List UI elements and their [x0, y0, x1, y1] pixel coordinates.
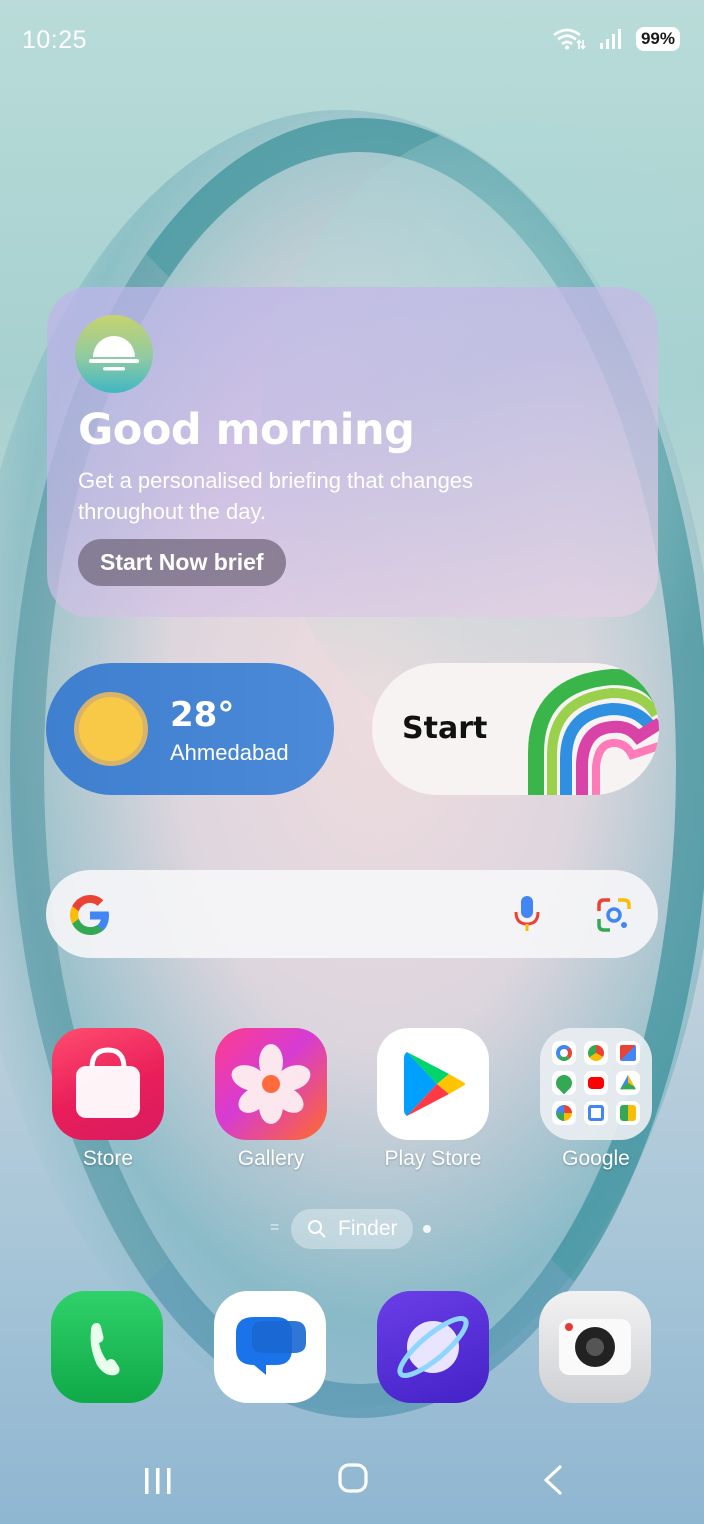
- navigation-bar: [0, 1440, 704, 1524]
- app-label: Google: [562, 1147, 630, 1170]
- youtube-icon: [584, 1071, 608, 1095]
- back-button[interactable]: [540, 1464, 566, 1496]
- google-folder-icon: [540, 1028, 652, 1140]
- phone-icon[interactable]: [51, 1291, 163, 1403]
- app-store[interactable]: Store: [33, 1028, 183, 1171]
- sunrise-icon: [75, 315, 153, 393]
- app-gallery[interactable]: Gallery: [196, 1028, 346, 1171]
- app-label: Store: [82, 1147, 134, 1170]
- home-button[interactable]: [337, 1462, 369, 1494]
- battery-icon: 99%: [635, 27, 680, 51]
- chrome-icon: [584, 1041, 608, 1065]
- google-lens-icon[interactable]: [596, 897, 632, 933]
- sun-icon: [74, 692, 148, 766]
- recents-button[interactable]: [143, 1466, 173, 1496]
- drive-icon: [616, 1071, 640, 1095]
- start-widget[interactable]: Start: [372, 663, 659, 795]
- brief-title: Good morning: [78, 405, 415, 455]
- app-label: Gallery: [237, 1147, 305, 1170]
- camera-icon[interactable]: [539, 1291, 651, 1403]
- wifi-icon: [553, 28, 586, 50]
- page-indicator-left: =: [270, 1219, 280, 1236]
- status-bar: 10:25 99%: [0, 0, 704, 80]
- start-rainbow-logo: [528, 668, 659, 795]
- brief-description: Get a personalised briefing that changes…: [78, 468, 474, 524]
- now-brief-widget[interactable]: Good morning Get a personalised briefing…: [47, 287, 658, 617]
- status-time: 10:25: [22, 26, 88, 54]
- search-icon: [308, 1220, 326, 1238]
- google-g-icon: [552, 1041, 576, 1065]
- maps-icon: [552, 1071, 576, 1095]
- app-play-store[interactable]: Play Store: [358, 1028, 508, 1171]
- start-label: Start: [402, 711, 488, 746]
- app-label: Play Store: [384, 1147, 482, 1170]
- play-store-icon: [377, 1028, 489, 1140]
- tv-icon: [584, 1101, 608, 1125]
- weather-city: Ahmedabad: [170, 740, 289, 765]
- messages-icon[interactable]: [214, 1291, 326, 1403]
- weather-temperature: 28°: [170, 695, 235, 735]
- app-folder-google[interactable]: Google: [521, 1028, 671, 1171]
- finder-button[interactable]: Finder: [291, 1209, 413, 1249]
- signal-icon: [599, 29, 621, 49]
- mic-icon[interactable]: [512, 894, 542, 934]
- google-g-icon: [70, 895, 109, 935]
- finder-label: Finder: [338, 1217, 398, 1240]
- start-now-brief-button[interactable]: Start Now brief: [78, 539, 286, 586]
- google-search-bar[interactable]: [46, 870, 658, 958]
- weather-widget[interactable]: 28° Ahmedabad: [46, 663, 334, 795]
- internet-planet-icon[interactable]: [377, 1291, 489, 1403]
- meet-icon: [616, 1101, 640, 1125]
- gallery-flower-icon: [215, 1028, 327, 1140]
- store-bag-icon: [52, 1028, 164, 1140]
- page-indicator-dot[interactable]: [423, 1225, 431, 1233]
- photos-icon: [552, 1101, 576, 1125]
- gmail-icon: [616, 1041, 640, 1065]
